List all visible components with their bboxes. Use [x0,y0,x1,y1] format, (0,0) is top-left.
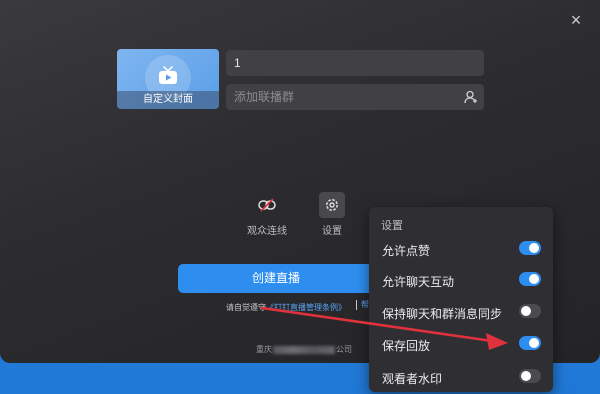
organization-name: 重庆 公司 [256,344,352,355]
toggle-knob [529,274,539,284]
add-contact-icon[interactable] [464,90,478,104]
settings-menu-title: 设置 [381,220,403,232]
menu-item-allow-likes: 允许点赞 [369,236,553,262]
menu-item-label: 保持聊天和群消息同步 [382,307,503,321]
separator [356,299,357,310]
link-off-icon [258,198,276,212]
audience-connect-icon-wrap [254,192,280,218]
audience-connect-button[interactable]: 观众连线 [246,192,288,237]
menu-item-sync-messages: 保持聊天和群消息同步 [369,299,553,325]
co-broadcast-group-input[interactable]: 添加联播群 [226,84,484,110]
live-title-input[interactable]: 1 [226,50,484,76]
menu-item-save-replay: 保存回放 [369,331,553,357]
menu-item-allow-chat: 允许聊天互动 [369,267,553,293]
settings-menu: 设置 允许点赞 允许聊天互动 保持聊天和群消息同步 保存回放 观看者水印 [369,207,553,392]
live-rules-link[interactable]: 《钉钉直播管理条例》 [266,303,346,312]
group-input-placeholder: 添加联播群 [234,90,295,104]
redacted-org-name [273,345,335,354]
audience-connect-label: 观众连线 [247,226,287,237]
menu-item-label: 允许点赞 [382,244,431,258]
menu-item-label: 保存回放 [382,339,431,353]
agreement-prefix: 请自觉遵守 [226,303,266,312]
watermark-toggle[interactable] [519,369,541,383]
save-replay-toggle[interactable] [519,336,541,350]
settings-label: 设置 [322,226,342,237]
toggle-knob [529,243,539,253]
gear-icon [326,199,338,211]
tv-play-icon [159,66,177,84]
menu-item-label: 允许聊天互动 [382,275,455,289]
allow-chat-toggle[interactable] [519,272,541,286]
settings-button[interactable]: 设置 [311,192,353,237]
agreement-extra: 帮 [356,299,369,310]
toggle-knob [529,338,539,348]
org-suffix: 公司 [336,345,352,354]
create-live-button[interactable]: 创建直播 [178,264,374,293]
settings-icon-wrap [319,192,345,218]
menu-item-label: 观看者水印 [382,372,443,386]
toggle-knob [521,371,531,381]
help-link[interactable]: 帮 [361,300,369,309]
allow-likes-toggle[interactable] [519,241,541,255]
toggle-knob [521,306,531,316]
custom-cover-button[interactable]: 自定义封面 [117,49,219,109]
agreement-text: 请自觉遵守《钉钉直播管理条例》 [226,302,346,313]
menu-item-watermark: 观看者水印 [369,364,553,390]
close-button[interactable]: × [566,10,586,30]
cover-label: 自定义封面 [117,91,219,109]
org-prefix: 重庆 [256,345,272,354]
sync-messages-toggle[interactable] [519,304,541,318]
